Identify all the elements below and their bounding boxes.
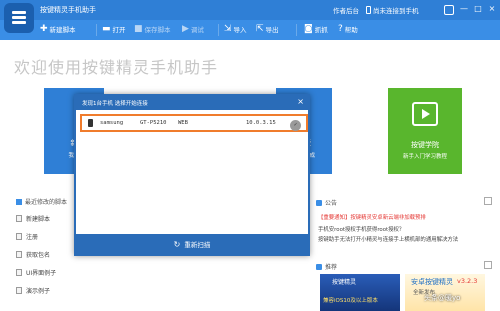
video-icon bbox=[412, 102, 438, 126]
open-button[interactable]: ▬ 打开 bbox=[102, 24, 126, 34]
device-row[interactable]: samsung GT-P5210 WEB 10.0.3.15 ✓ bbox=[80, 114, 308, 132]
recommend-title: 推荐 bbox=[316, 262, 337, 271]
speaker-icon bbox=[316, 199, 322, 206]
connection-status[interactable]: 尚未连接到手机 bbox=[366, 5, 419, 15]
file-icon bbox=[16, 251, 22, 258]
save-script-button[interactable]: ■ 保存脚本 bbox=[134, 24, 171, 34]
menu-logo-icon[interactable] bbox=[4, 3, 34, 33]
notice-item[interactable]: 按键助手无法打开小精灵与连接手上横机部的通用解决方法 bbox=[318, 237, 494, 244]
save-icon: ■ bbox=[134, 23, 143, 34]
dialog-header: 发现1台手机 选择开始连接 × bbox=[76, 96, 308, 110]
phone-device-icon bbox=[88, 119, 93, 127]
recent-script-item[interactable]: 获取包名 bbox=[16, 250, 50, 259]
camera-icon: ◙ bbox=[304, 23, 313, 34]
device-mode: WEB bbox=[178, 120, 188, 126]
folder-icon: ▬ bbox=[102, 23, 111, 34]
import-button[interactable]: ⇲ 导入 bbox=[224, 24, 247, 34]
ios-banner[interactable]: 按键精灵 兼容iOS10及以上版本 bbox=[320, 274, 400, 311]
notice-item[interactable]: 【重要通知】按键精灵安卓新云端非加载预排 bbox=[318, 213, 426, 221]
watermark: 头条@暖yo bbox=[424, 294, 461, 302]
maximize-button[interactable]: □ bbox=[472, 3, 484, 15]
skin-icon[interactable] bbox=[444, 5, 454, 15]
export-icon: ⇱ bbox=[256, 23, 264, 34]
help-icon: ? bbox=[338, 23, 343, 34]
recent-script-item[interactable]: UI界面例子 bbox=[16, 268, 56, 277]
minimize-button[interactable]: — bbox=[458, 3, 470, 15]
academy-sub: 新手入门学习教程 bbox=[402, 154, 447, 160]
plus-icon: ✚ bbox=[40, 23, 48, 34]
dialog-close-button[interactable]: × bbox=[297, 97, 304, 106]
refresh-icon: ↻ bbox=[173, 239, 181, 249]
new-script-button[interactable]: ✚ 新建脚本 bbox=[40, 24, 76, 34]
app-title: 按键精灵手机助手 bbox=[40, 6, 96, 14]
export-button[interactable]: ⇱ 导出 bbox=[256, 24, 279, 34]
screenshot-button[interactable]: ◙ 抓抓 bbox=[304, 24, 328, 34]
refresh-label: 重新扫描 bbox=[184, 241, 211, 249]
title-bar: 按键精灵手机助手 作者后台 尚未连接到手机 — □ × bbox=[0, 0, 500, 20]
notice-toggle-icon[interactable] bbox=[484, 197, 492, 205]
list-icon bbox=[16, 198, 22, 205]
file-icon bbox=[16, 287, 22, 294]
author-backend-link[interactable]: 作者后台 bbox=[333, 5, 359, 15]
check-icon: ✓ bbox=[290, 120, 301, 131]
recommend-toggle-icon[interactable] bbox=[484, 261, 492, 269]
help-button[interactable]: ? 帮助 bbox=[338, 24, 358, 34]
notice-item[interactable]: 手机安root授权手机获得root授权？ bbox=[318, 225, 404, 233]
dialog-title: 发现1台手机 选择开始连接 bbox=[82, 101, 148, 107]
device-ip: 10.0.3.15 bbox=[246, 120, 276, 126]
thumb-icon bbox=[316, 263, 322, 270]
file-icon bbox=[16, 233, 22, 240]
recent-script-item[interactable]: 演示例子 bbox=[16, 286, 50, 295]
refresh-scan-button[interactable]: ↻ 重新扫描 bbox=[76, 234, 308, 254]
play-icon: ▶ bbox=[182, 23, 189, 34]
connection-label: 尚未连接到手机 bbox=[373, 7, 419, 15]
device-connect-dialog: 发现1台手机 选择开始连接 × samsung GT-P5210 WEB 10.… bbox=[74, 94, 310, 256]
debug-button[interactable]: ▶ 调试 bbox=[182, 24, 204, 34]
close-button[interactable]: × bbox=[486, 3, 498, 15]
file-icon bbox=[16, 269, 22, 276]
notice-title: 公告 bbox=[316, 198, 337, 207]
phone-icon bbox=[366, 6, 371, 14]
file-icon bbox=[16, 215, 22, 222]
toolbar: ✚ 新建脚本 ▬ 打开 ■ 保存脚本 ▶ 调试 ⇲ 导入 ⇱ 导出 ◙ 抓抓 ?… bbox=[0, 20, 500, 40]
academy-label: 按键学院 bbox=[411, 141, 439, 149]
recent-script-item[interactable]: 注册 bbox=[16, 232, 38, 241]
device-model: GT-P5210 bbox=[140, 120, 167, 126]
recent-scripts-title: 最近修改的脚本 bbox=[16, 197, 67, 206]
recent-script-item[interactable]: 新建脚本 bbox=[16, 214, 50, 223]
academy-tile[interactable]: 按键学院 新手入门学习教程 bbox=[388, 88, 462, 174]
welcome-heading: 欢迎使用按键精灵手机助手 bbox=[14, 58, 219, 77]
device-brand: samsung bbox=[100, 120, 124, 126]
import-icon: ⇲ bbox=[224, 23, 232, 34]
